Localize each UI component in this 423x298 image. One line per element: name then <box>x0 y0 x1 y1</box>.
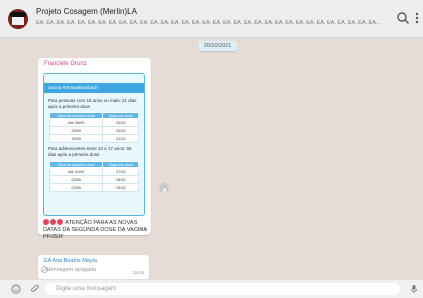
vaccine-image[interactable]: Vacina #ViravaBlumbach Para pessoas com … <box>43 73 145 216</box>
red-circle-emoji <box>43 219 49 225</box>
table-cell: 30/09 <box>48 134 104 143</box>
message-sender[interactable]: Franciele Grunz <box>44 61 87 67</box>
message-time: 15:28 <box>132 270 144 275</box>
red-circle-emoji <box>57 219 63 225</box>
message-bubble[interactable]: Franciele Grunz Vacina #ViravaBlumbach P… <box>38 58 151 240</box>
emoji-icon[interactable] <box>11 284 21 294</box>
table-row: 03/09 29/10 <box>48 183 139 192</box>
message-input[interactable]: Digite uma mensagem <box>45 283 400 295</box>
table-row: 29/09 20/10 <box>48 126 139 135</box>
table-row: Até 28/09 20/10 <box>48 118 139 127</box>
message-caption: ATENÇÃO PARA AS NOVAS DATAS DA SEGUNDA D… <box>43 219 147 241</box>
attach-icon[interactable] <box>30 284 40 294</box>
teen-dose-text: Para adolescentes entre 12 e 17 anos: 56… <box>48 146 132 157</box>
table-cell: Até 28/09 <box>48 118 104 127</box>
table-row: 30/09 21/10 <box>48 134 139 143</box>
chat-title[interactable]: Projeto Cosagem (Merlin)LA <box>36 7 137 16</box>
adult-dose-table: Data da primeira dose Segunda dose Até 2… <box>48 112 139 143</box>
table-row: 02/09 28/10 <box>48 175 139 184</box>
table-cell: 21/10 <box>102 134 139 143</box>
date-chip: 20/10/2021 <box>198 41 237 51</box>
deleted-message-text: Mensagem apagada <box>46 267 97 273</box>
share-arrow-icon <box>161 188 166 194</box>
message-time: 15:12 <box>134 227 146 232</box>
table-cell: 29/10 <box>102 183 139 192</box>
search-icon[interactable] <box>396 11 410 25</box>
table-cell: Até 01/09 <box>48 167 104 176</box>
deleted-message-bubble[interactable]: EA Ana Beatriz Mayla Mensagem apagada 15… <box>38 255 149 279</box>
microphone-icon[interactable] <box>409 284 419 294</box>
share-icon[interactable] <box>159 183 169 194</box>
table-cell: 29/09 <box>48 126 104 135</box>
chat-area: 20/10/2021 Franciele Grunz Vacina #Virav… <box>0 38 423 279</box>
table-cell: 20/10 <box>102 118 139 127</box>
table-cell: 20/10 <box>102 126 139 135</box>
teen-dose-table: Data da primeira dose Segunda dose Até 0… <box>48 161 139 192</box>
group-avatar[interactable] <box>8 9 28 29</box>
table-cell: 28/10 <box>102 175 139 184</box>
table-row: Até 01/09 27/10 <box>48 167 139 176</box>
card-title: Vacina #ViravaBlumbach <box>44 83 144 93</box>
adult-dose-text: Para pessoas com 18 anos ou mais: 21 dia… <box>48 98 137 109</box>
menu-icon[interactable] <box>410 11 423 25</box>
message-sender[interactable]: EA Ana Beatriz Mayla <box>44 258 97 264</box>
table-cell: 27/10 <box>102 167 139 176</box>
table-cell: 02/09 <box>48 175 104 184</box>
chat-members: ÉA, ÉA, ÉA, ÉA, ÉA, ÉA, ÉA, ÉA, ÉA, ÉA, … <box>36 20 382 26</box>
table-cell: 03/09 <box>48 183 104 192</box>
message-composer: Digite uma mensagem <box>0 279 423 298</box>
red-circle-emoji <box>50 219 56 225</box>
chat-header: Projeto Cosagem (Merlin)LA ÉA, ÉA, ÉA, É… <box>0 0 423 38</box>
